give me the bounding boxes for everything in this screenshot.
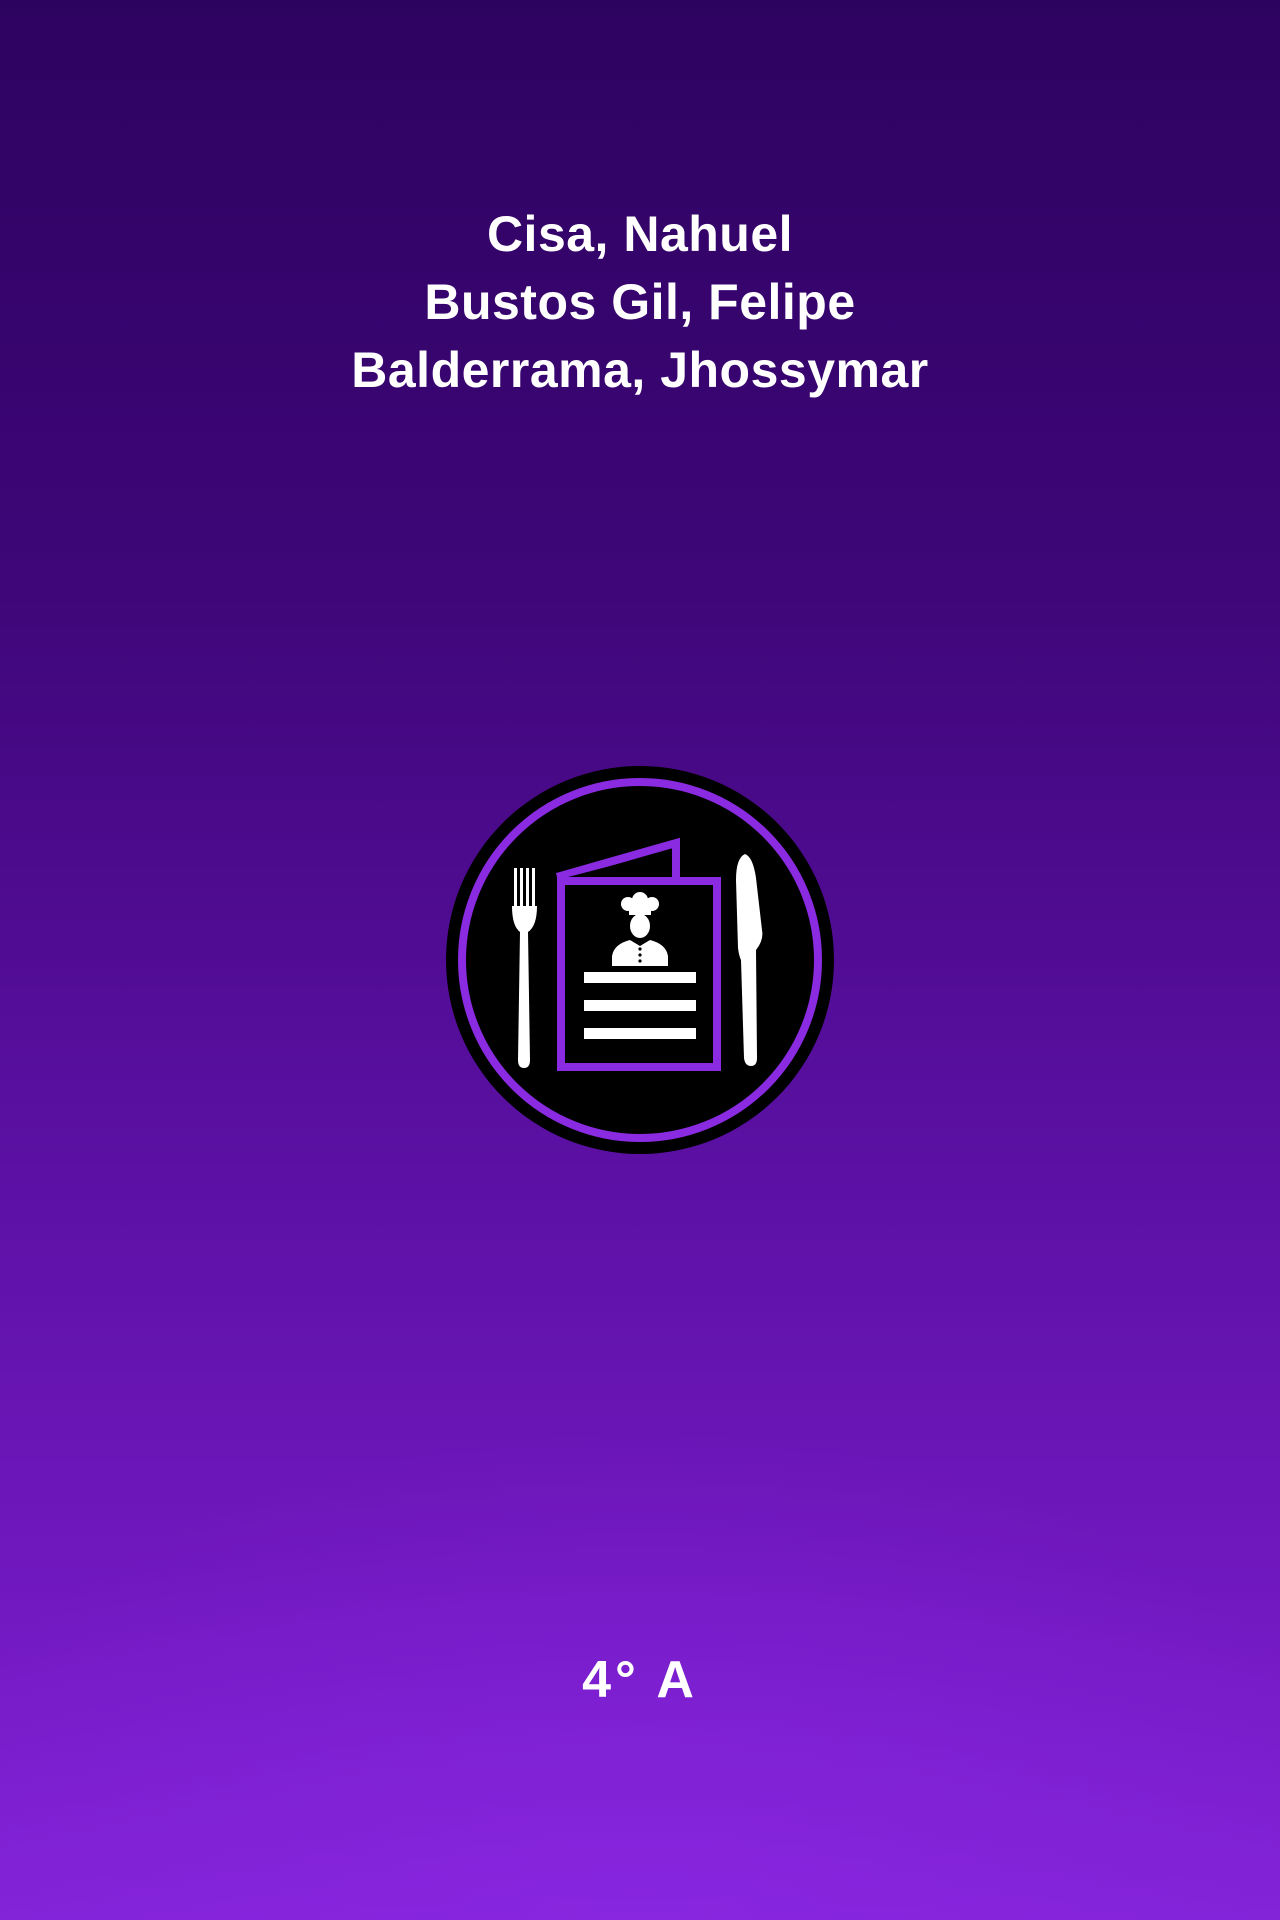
restaurant-menu-icon (446, 766, 834, 1154)
grade-label: 4° A (582, 1651, 698, 1709)
author-list: Cisa, Nahuel Bustos Gil, Felipe Balderra… (0, 200, 1280, 404)
cover-screen: Cisa, Nahuel Bustos Gil, Felipe Balderra… (0, 0, 1280, 1920)
author-name-2: Bustos Gil, Felipe (424, 274, 856, 330)
author-name-1: Cisa, Nahuel (486, 206, 794, 262)
author-name-3: Balderrama, Jhossymar (351, 342, 929, 398)
